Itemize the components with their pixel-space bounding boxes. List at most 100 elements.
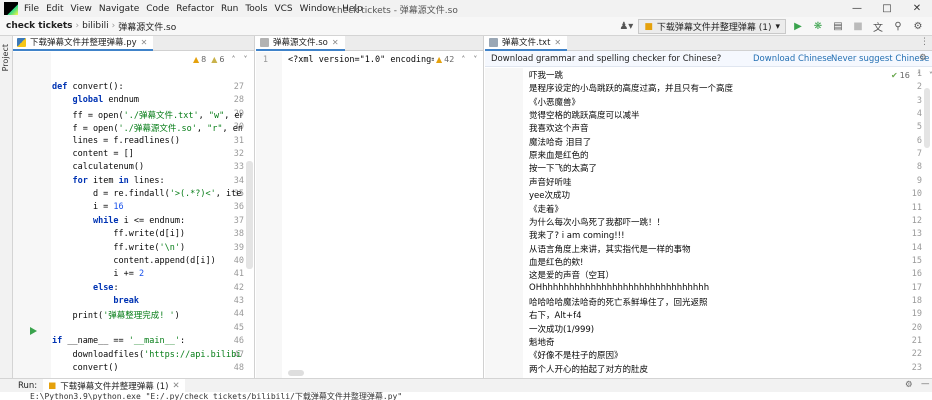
more-tabs-icon[interactable]: ⋮ bbox=[920, 37, 929, 47]
text-line[interactable]: 一次成功(1/999) bbox=[529, 323, 594, 335]
code-line[interactable]: <?xml version="1.0" encoding=' bbox=[288, 55, 442, 65]
inspection-widget[interactable]: ▲ 8 ▲ 6 ˄ ˅ bbox=[193, 55, 248, 64]
code-line[interactable]: calculatenum() bbox=[52, 162, 242, 172]
code-line[interactable]: lines = f.readlines() bbox=[52, 136, 242, 146]
code-line[interactable]: i = 16 bbox=[52, 202, 242, 212]
run-gutter-icon[interactable] bbox=[30, 327, 37, 335]
minimize-panel-icon[interactable]: — bbox=[921, 379, 930, 389]
menu-navigate[interactable]: Navigate bbox=[99, 4, 139, 14]
chevron-down-icon[interactable]: ˅ bbox=[244, 55, 248, 64]
code-line[interactable]: content = [] bbox=[52, 149, 242, 159]
text-line[interactable]: 《走着》 bbox=[529, 203, 563, 215]
breadcrumb-file[interactable]: 弹幕源文件.so bbox=[115, 20, 179, 33]
settings-gear-icon[interactable]: ⚙ bbox=[910, 19, 926, 34]
code-line[interactable]: d = re.findall('>(.*?)<', item) bbox=[52, 189, 242, 199]
menu-vcs[interactable]: VCS bbox=[274, 4, 292, 14]
project-tool-tab[interactable]: Project bbox=[1, 40, 12, 92]
text-line[interactable]: yee次成功 bbox=[529, 189, 570, 201]
run-icon[interactable]: ▶ bbox=[790, 19, 806, 34]
code-line[interactable]: f = open('./弹幕源文件.so', "r", encodin bbox=[52, 122, 242, 134]
menu-edit[interactable]: Edit bbox=[46, 4, 63, 14]
close-window-icon[interactable]: ✕ bbox=[902, 1, 932, 16]
vcs-user-icon[interactable]: ♟▾ bbox=[618, 19, 634, 34]
debug-icon[interactable]: ❋ bbox=[810, 19, 826, 34]
code-line[interactable]: i += 2 bbox=[52, 269, 242, 279]
text-line[interactable]: 两个人开心的拍起了对方的肚皮 bbox=[529, 363, 648, 375]
code-line[interactable]: convert() bbox=[52, 363, 242, 373]
code-line[interactable]: def convert(): bbox=[52, 82, 242, 92]
tab-txt-file[interactable]: 弹幕文件.txt ✕ bbox=[485, 35, 568, 51]
menu-refactor[interactable]: Refactor bbox=[176, 4, 214, 14]
tab-python-file[interactable]: 下载弹幕文件并整理弹幕.py ✕ bbox=[13, 35, 154, 51]
text-line[interactable]: 血是红色的欸! bbox=[529, 256, 583, 268]
code-line[interactable]: ff.write(d[i]) bbox=[52, 229, 242, 239]
menu-file[interactable]: File bbox=[24, 4, 39, 14]
text-line[interactable]: 按一下飞的太高了 bbox=[529, 162, 597, 174]
code-line[interactable]: else: bbox=[52, 283, 242, 293]
code-line[interactable]: while i <= endnum: bbox=[52, 216, 242, 226]
close-tab-icon[interactable]: ✕ bbox=[172, 381, 179, 391]
menu-view[interactable]: View bbox=[71, 4, 92, 14]
vertical-scrollbar[interactable] bbox=[924, 88, 930, 148]
left-tool-strip: Project bbox=[0, 36, 13, 378]
chevron-up-icon[interactable]: ˄ bbox=[461, 55, 465, 64]
code-line[interactable]: ff.write('\n') bbox=[52, 243, 242, 253]
code-line[interactable]: if __name__ == '__main__': bbox=[52, 336, 242, 346]
minimize-icon[interactable]: — bbox=[842, 1, 872, 16]
text-line[interactable]: 魁地奇 bbox=[529, 336, 555, 348]
text-line[interactable]: 原来血是红色的 bbox=[529, 149, 589, 161]
pycharm-logo-icon bbox=[4, 2, 18, 15]
menu-run[interactable]: Run bbox=[221, 4, 238, 14]
maximize-icon[interactable]: □ bbox=[872, 1, 902, 16]
text-line[interactable]: 吓我一跳 bbox=[529, 69, 563, 81]
text-line[interactable]: 是程序设定的小岛跳跃的高度过高，并且只有一个高度 bbox=[529, 82, 733, 94]
text-line[interactable]: 我来了? i am coming!!! bbox=[529, 229, 625, 241]
text-line[interactable]: 哈哈哈哈魔法哈奇的死亡系鲜埠住了，回光返照 bbox=[529, 296, 708, 308]
code-line[interactable]: downloadfiles('https://api.bilibili.co bbox=[52, 350, 242, 360]
line-number: 16 bbox=[911, 269, 922, 280]
search-icon[interactable]: ⚲ bbox=[890, 19, 906, 34]
settings-gear-icon[interactable]: ⚙ bbox=[919, 53, 927, 63]
text-line[interactable]: 这是爱的声音（空耳） bbox=[529, 269, 614, 281]
code-line[interactable]: ff = open('./弹幕文件.txt', "w", encodi bbox=[52, 109, 242, 121]
breadcrumb-folder[interactable]: bilibili bbox=[79, 21, 111, 31]
code-line[interactable]: break bbox=[52, 296, 242, 306]
code-line[interactable]: print('弹幕整理完成! ') bbox=[52, 309, 242, 321]
text-line[interactable]: 魔法哈奇 泪目了 bbox=[529, 136, 591, 148]
tab-so-file[interactable]: 弹幕源文件.so ✕ bbox=[256, 35, 345, 51]
code-line[interactable]: content.append(d[i]) bbox=[52, 256, 242, 266]
coverage-icon[interactable]: ▤ bbox=[830, 19, 846, 34]
horizontal-scrollbar[interactable] bbox=[288, 370, 304, 376]
stop-icon[interactable]: ■ bbox=[850, 19, 866, 34]
text-line[interactable]: 声音好听哇 bbox=[529, 176, 572, 188]
text-line[interactable]: 为什么每次小鸟死了我都吓一跳！！ bbox=[529, 216, 665, 228]
download-chinese-link[interactable]: Download Chinese bbox=[753, 54, 832, 64]
menu-tools[interactable]: Tools bbox=[245, 4, 267, 14]
text-line[interactable]: 《小恶魔兽》 bbox=[529, 96, 580, 108]
settings-gear-icon[interactable]: ⚙ bbox=[905, 380, 913, 390]
inspection-widget[interactable]: ▲ 42 ˄ ˅ bbox=[434, 55, 478, 64]
vertical-scrollbar[interactable] bbox=[246, 161, 253, 269]
menu-code[interactable]: Code bbox=[146, 4, 169, 14]
breadcrumb-project[interactable]: check tickets bbox=[0, 21, 76, 31]
line-number-gutter bbox=[256, 52, 282, 378]
chevron-up-icon[interactable]: ˄ bbox=[232, 55, 236, 64]
text-line[interactable]: OHhhhhhhhhhhhhhhhhhhhhhhhhhhhhhhh bbox=[529, 283, 709, 293]
chevron-down-icon[interactable]: ˅ bbox=[473, 55, 477, 64]
run-configuration-dropdown[interactable]: ■ 下载弹幕文件并整理弹幕 (1) ▾ bbox=[638, 19, 786, 34]
run-tab[interactable]: ■ 下载弹幕文件并整理弹幕 (1) ✕ bbox=[43, 379, 185, 392]
translate-icon[interactable]: 文 bbox=[870, 19, 886, 34]
console-output[interactable]: E:\Python3.9\python.exe "E:/.py/check ti… bbox=[0, 392, 932, 400]
text-line[interactable]: 觉得空格的跳跃高度可以减半 bbox=[529, 109, 640, 121]
close-tab-icon[interactable]: ✕ bbox=[141, 38, 148, 47]
code-line[interactable]: global endnum bbox=[52, 95, 242, 105]
close-tab-icon[interactable]: ✕ bbox=[554, 38, 561, 47]
text-line[interactable]: 《好像不是柱子的原因》 bbox=[529, 349, 623, 361]
code-line[interactable]: for item in lines: bbox=[52, 176, 242, 186]
menu-window[interactable]: Window bbox=[300, 4, 336, 14]
text-line[interactable]: 右下，Alt+f4 bbox=[529, 309, 582, 321]
text-line[interactable]: 我喜欢这个声音 bbox=[529, 122, 589, 134]
close-tab-icon[interactable]: ✕ bbox=[332, 38, 339, 47]
text-line[interactable]: 从语言角度上来讲，其实指代是一样的事物 bbox=[529, 243, 691, 255]
never-suggest-chinese-link[interactable]: Never suggest Chinese bbox=[831, 54, 929, 64]
